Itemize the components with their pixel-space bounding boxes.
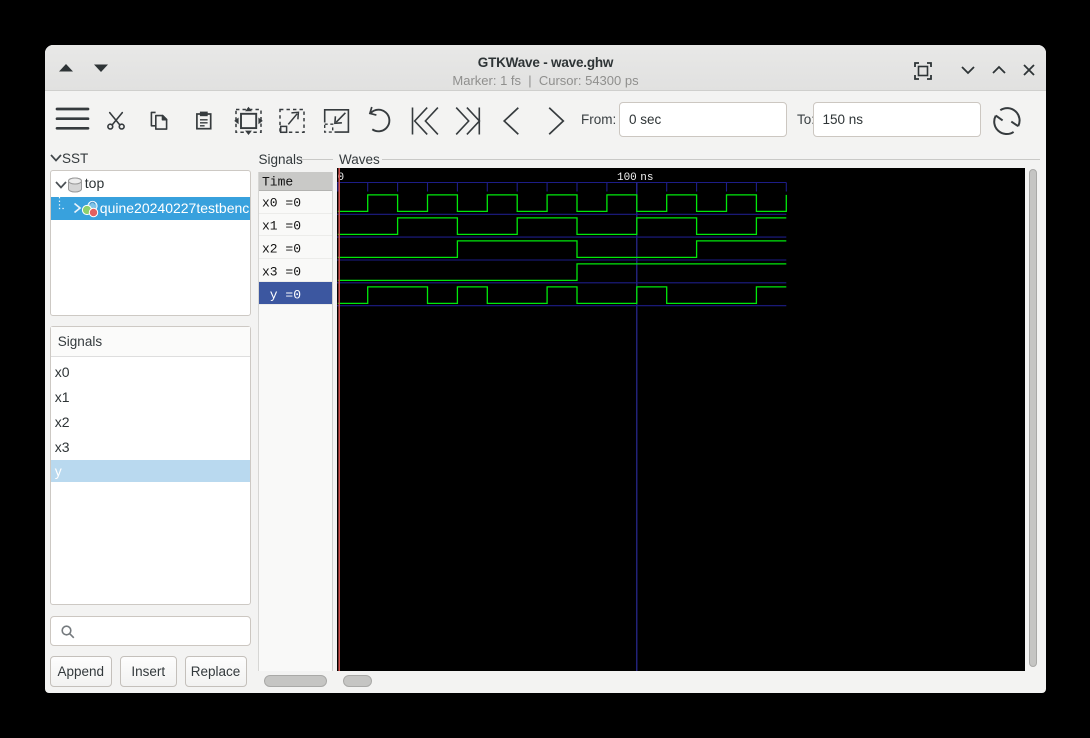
svg-text:100: 100 [617,172,637,184]
svg-text:ns: ns [640,172,653,184]
